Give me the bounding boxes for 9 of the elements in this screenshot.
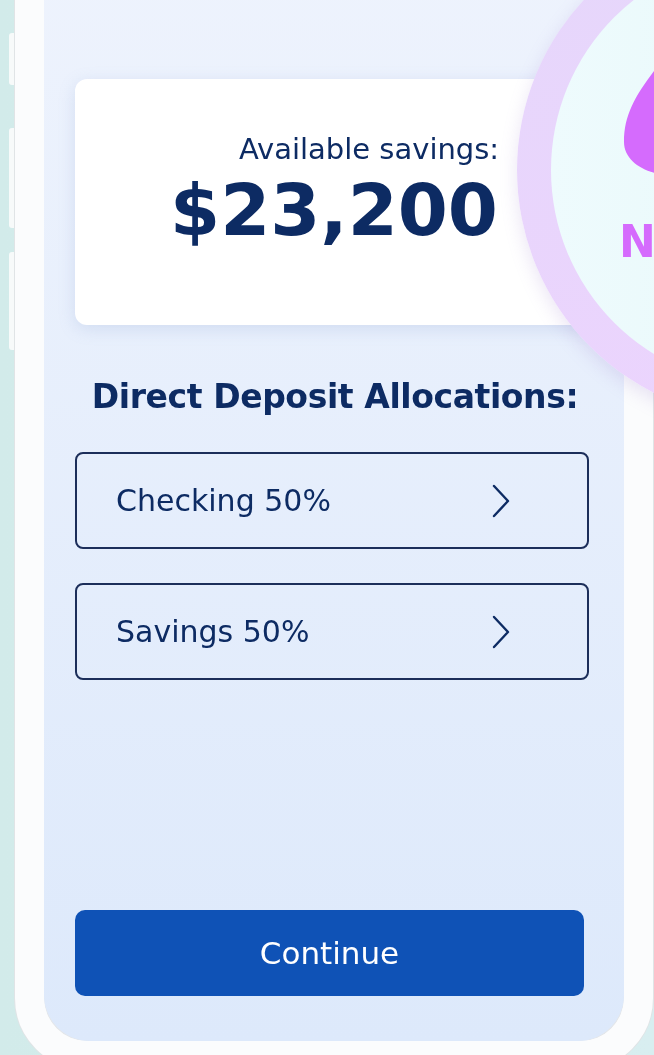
- savings-label: Available savings:: [238, 132, 500, 166]
- allocation-row[interactable]: Checking 50%: [75, 452, 589, 549]
- savings-amount: $23,200: [170, 168, 498, 252]
- chevron-right-icon: [491, 614, 511, 649]
- badge-text: N: [619, 216, 654, 267]
- chevron-right-icon: [491, 483, 511, 518]
- section-title: Direct Deposit Allocations:: [90, 377, 580, 416]
- continue-button[interactable]: Continue: [75, 910, 584, 996]
- allocation-row[interactable]: Savings 50%: [75, 583, 589, 680]
